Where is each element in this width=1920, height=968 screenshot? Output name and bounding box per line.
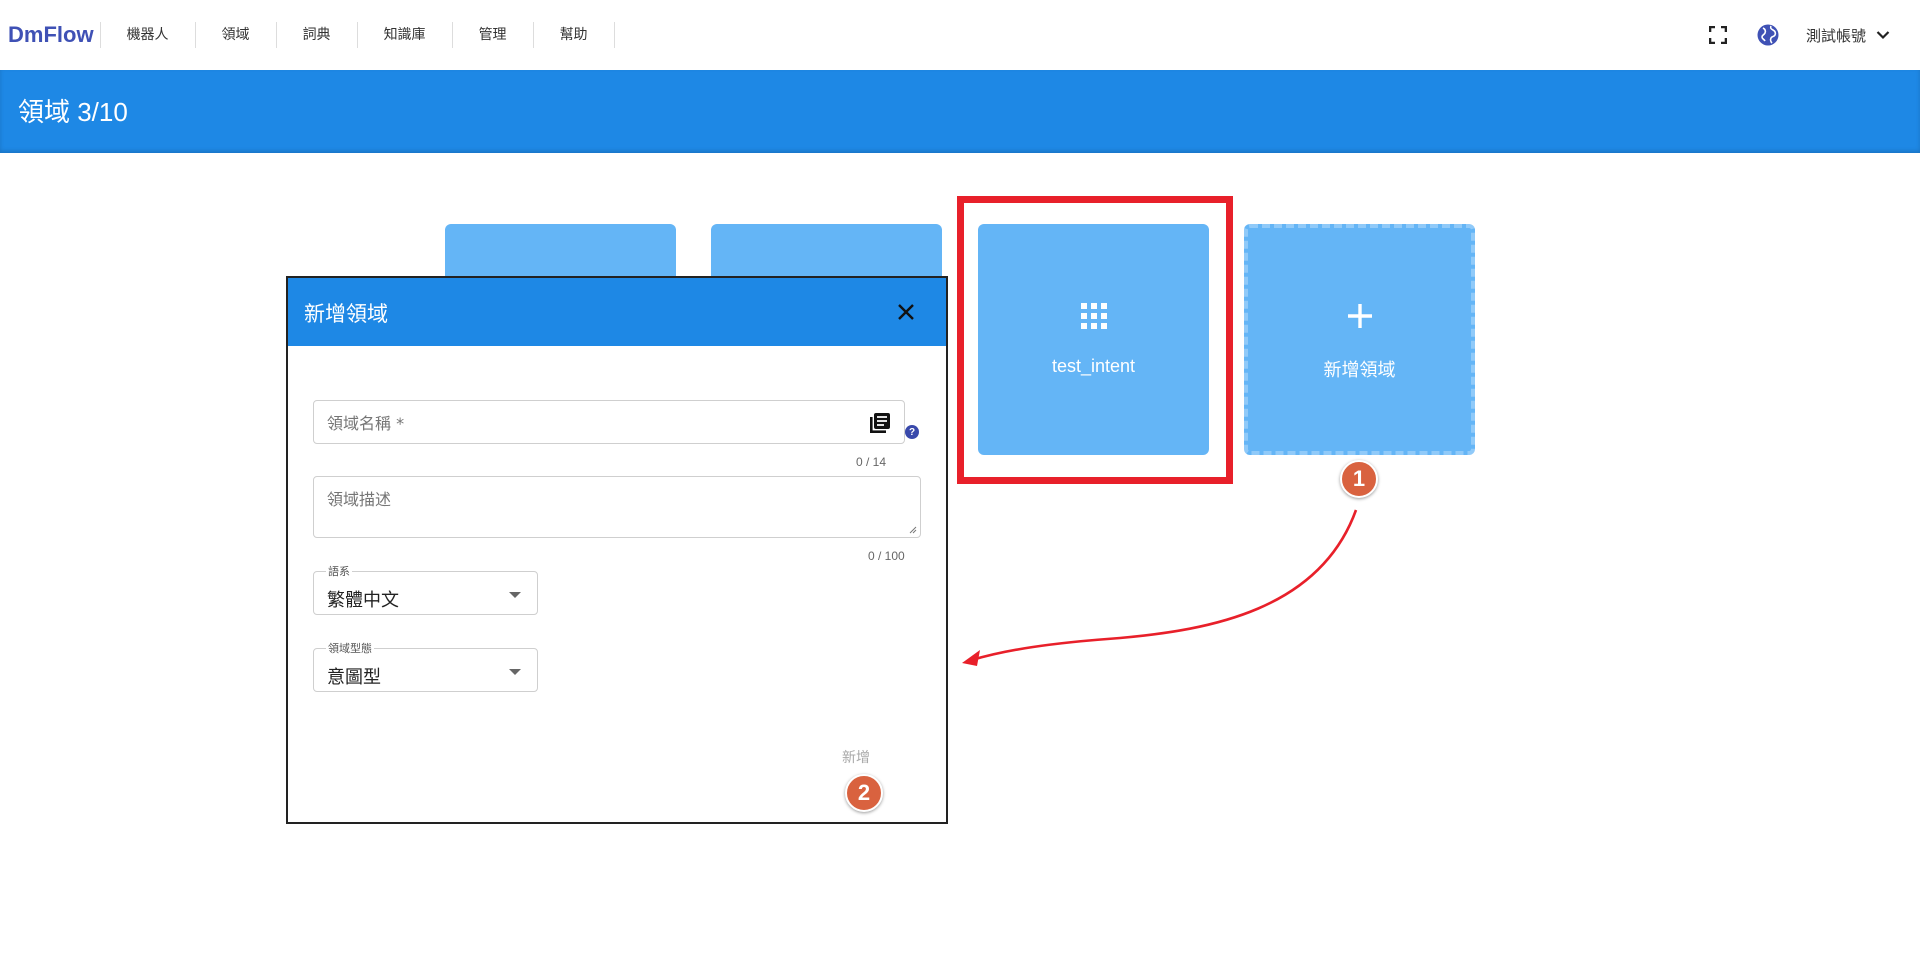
nav-item-dictionary[interactable]: 詞典 [277, 22, 358, 48]
nav-item-management[interactable]: 管理 [453, 22, 534, 48]
page-title: 領域 3/10 [18, 97, 128, 127]
arrow-annotation [962, 509, 1358, 666]
page-header: 領域 3/10 [0, 70, 1920, 153]
dropdown-arrow-icon [509, 669, 521, 675]
language-select-label: 語系 [326, 563, 352, 579]
add-domain-label: 新增領域 [1323, 360, 1396, 380]
domain-card-label: test_intent [1051, 356, 1136, 376]
add-domain-card[interactable]: 新增領域 [1244, 224, 1475, 455]
plus-icon [1248, 302, 1471, 330]
account-menu[interactable]: 測試帳號 [1806, 25, 1890, 46]
nav-item-help[interactable]: 幫助 [534, 22, 615, 48]
domain-type-select[interactable]: 領域型態 意圖型 [313, 640, 538, 692]
nav-item-robots[interactable]: 機器人 [101, 22, 196, 48]
dialog-header: 新增領域 [288, 278, 946, 346]
domain-name-placeholder: 領域名稱 * [327, 414, 405, 433]
domain-description-textarea[interactable]: 領域描述 [313, 476, 921, 538]
nav-item-knowledge-base[interactable]: 知識庫 [358, 22, 453, 48]
step-badge-1: 1 [1340, 460, 1378, 498]
account-label: 測試帳號 [1805, 26, 1866, 45]
chevron-down-icon [1876, 31, 1890, 40]
step-badge-2: 2 [845, 774, 883, 812]
dialog-title: 新增領域 [304, 302, 388, 326]
domain-type-select-label: 領域型態 [326, 640, 374, 656]
submit-button[interactable]: 新增 [842, 747, 870, 767]
add-domain-dialog: 新增領域 領域名稱 * ? 0 / 14 領域描述 0 / 100 語系 繁體中… [286, 276, 948, 824]
dropdown-arrow-icon [509, 592, 521, 598]
fullscreen-icon[interactable] [1706, 23, 1730, 47]
domain-description-placeholder: 領域描述 [327, 490, 392, 509]
domain-card-test-intent[interactable]: test_intent [978, 224, 1209, 455]
apps-grid-icon [978, 302, 1209, 330]
brand-logo[interactable]: DmFlow [0, 22, 101, 48]
main-nav: 機器人 領域 詞典 知識庫 管理 幫助 [101, 22, 615, 48]
name-char-counter: 0 / 14 [856, 455, 887, 469]
language-select[interactable]: 語系 繁體中文 [313, 563, 538, 615]
globe-icon[interactable] [1756, 23, 1780, 47]
domain-type-select-value: 意圖型 [327, 667, 381, 688]
description-char-counter: 0 / 100 [868, 549, 905, 563]
close-icon[interactable] [894, 300, 918, 324]
domain-name-field[interactable]: 領域名稱 * [313, 400, 905, 444]
library-books-icon[interactable] [868, 411, 892, 439]
help-icon[interactable]: ? [905, 425, 919, 439]
nav-item-domains[interactable]: 領域 [196, 22, 277, 48]
top-right-actions: 測試帳號 [1706, 0, 1890, 70]
resize-handle-icon[interactable] [909, 526, 917, 534]
top-navbar: DmFlow 機器人 領域 詞典 知識庫 管理 幫助 測試帳號 [0, 0, 1920, 70]
language-select-value: 繁體中文 [327, 590, 399, 611]
